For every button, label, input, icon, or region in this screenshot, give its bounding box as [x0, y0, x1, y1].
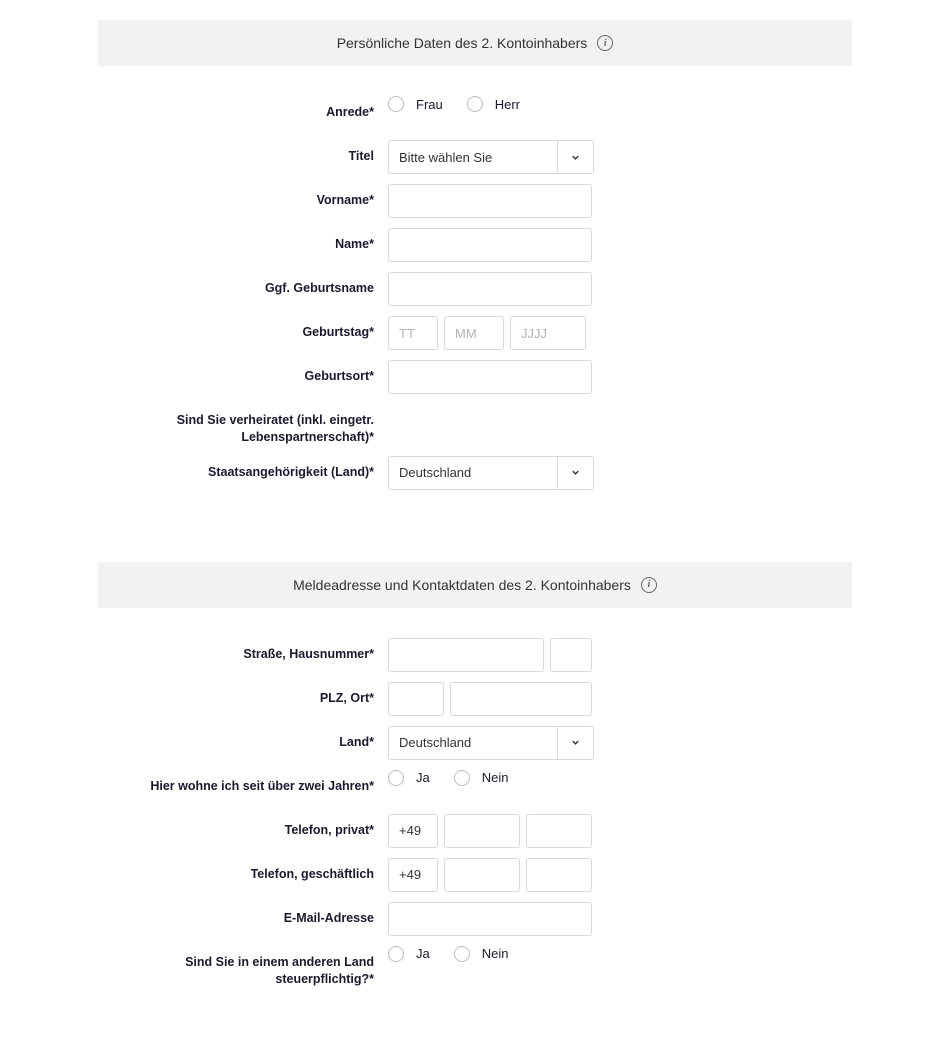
- radio-label-herr: Herr: [495, 97, 520, 112]
- label-birthday: Geburtstag*: [98, 316, 388, 341]
- label-firstname: Vorname*: [98, 184, 388, 209]
- input-phone-private-cc[interactable]: [388, 814, 438, 848]
- label-tax-foreign: Sind Sie in einem anderen Land steuerpfl…: [98, 946, 388, 988]
- chevron-down-icon[interactable]: [557, 141, 593, 173]
- section-header-personal: Persönliche Daten des 2. Kontoinhabers i: [98, 20, 852, 66]
- radio-frau[interactable]: [388, 96, 404, 112]
- input-birth-year[interactable]: [510, 316, 586, 350]
- label-street: Straße, Hausnummer*: [98, 638, 388, 663]
- chevron-down-icon[interactable]: [557, 727, 593, 759]
- input-birth-month[interactable]: [444, 316, 504, 350]
- radio-label-frau: Frau: [416, 97, 443, 112]
- input-phone-private-area[interactable]: [444, 814, 520, 848]
- input-housenumber[interactable]: [550, 638, 592, 672]
- label-salutation: Anrede*: [98, 96, 388, 121]
- radio-label-nein: Nein: [482, 946, 509, 961]
- label-residence2y: Hier wohne ich seit über zwei Jahren*: [98, 770, 388, 795]
- select-title[interactable]: Bitte wählen Sie: [388, 140, 594, 174]
- section-title-contact: Meldeadresse und Kontaktdaten des 2. Kon…: [293, 577, 631, 593]
- input-birthname[interactable]: [388, 272, 592, 306]
- select-nationality[interactable]: Deutschland: [388, 456, 594, 490]
- input-birth-day[interactable]: [388, 316, 438, 350]
- radio-label-ja: Ja: [416, 946, 430, 961]
- select-country-value: Deutschland: [389, 727, 557, 759]
- radio-label-nein: Nein: [482, 770, 509, 785]
- radio-residence-ja[interactable]: [388, 770, 404, 786]
- input-email[interactable]: [388, 902, 592, 936]
- label-phone-business: Telefon, geschäftlich: [98, 858, 388, 883]
- section-header-contact: Meldeadresse und Kontaktdaten des 2. Kon…: [98, 562, 852, 608]
- label-phone-private: Telefon, privat*: [98, 814, 388, 839]
- info-icon[interactable]: i: [597, 35, 613, 51]
- label-country: Land*: [98, 726, 388, 751]
- input-zip[interactable]: [388, 682, 444, 716]
- info-icon[interactable]: i: [641, 577, 657, 593]
- input-street[interactable]: [388, 638, 544, 672]
- radio-herr[interactable]: [467, 96, 483, 112]
- input-phone-business-num[interactable]: [526, 858, 592, 892]
- select-country[interactable]: Deutschland: [388, 726, 594, 760]
- chevron-down-icon[interactable]: [557, 457, 593, 489]
- label-birthplace: Geburtsort*: [98, 360, 388, 385]
- section-title-personal: Persönliche Daten des 2. Kontoinhabers: [337, 35, 588, 51]
- input-phone-business-cc[interactable]: [388, 858, 438, 892]
- radio-tax-ja[interactable]: [388, 946, 404, 962]
- input-phone-private-num[interactable]: [526, 814, 592, 848]
- label-married: Sind Sie verheiratet (inkl. eingetr. Leb…: [98, 404, 388, 446]
- label-title: Titel: [98, 140, 388, 165]
- radio-tax-nein[interactable]: [454, 946, 470, 962]
- input-firstname[interactable]: [388, 184, 592, 218]
- radio-residence-nein[interactable]: [454, 770, 470, 786]
- label-zipcity: PLZ, Ort*: [98, 682, 388, 707]
- label-lastname: Name*: [98, 228, 388, 253]
- input-lastname[interactable]: [388, 228, 592, 262]
- radio-label-ja: Ja: [416, 770, 430, 785]
- label-nationality: Staatsangehörigkeit (Land)*: [98, 456, 388, 481]
- input-phone-business-area[interactable]: [444, 858, 520, 892]
- input-birthplace[interactable]: [388, 360, 592, 394]
- label-birthname: Ggf. Geburtsname: [98, 272, 388, 297]
- select-nationality-value: Deutschland: [389, 457, 557, 489]
- input-city[interactable]: [450, 682, 592, 716]
- label-email: E-Mail-Adresse: [98, 902, 388, 927]
- select-title-value: Bitte wählen Sie: [389, 141, 557, 173]
